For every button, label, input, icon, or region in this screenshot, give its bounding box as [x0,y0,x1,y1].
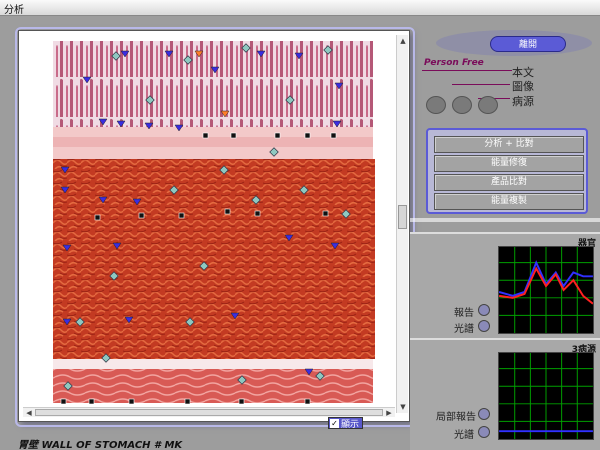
spectrum-label: 光譜 [454,324,474,335]
option-button-text[interactable] [426,96,446,114]
connector-line [452,84,510,85]
organ-panel: 器官 報告 光譜 [410,232,600,338]
marker-overlay [60,43,351,405]
horizontal-scroll-thumb[interactable] [35,409,383,416]
partial-report-label: 局部報告 [436,412,476,423]
window-title: 分析 [4,5,24,16]
horizontal-scrollbar[interactable]: ◀ ▶ [23,407,395,417]
scroll-right-icon[interactable]: ▶ [383,408,395,418]
option-label-image: 圖像 [512,80,534,93]
brand-label: Person Free [424,58,484,68]
connector-line [422,70,512,71]
menu-item-repair[interactable]: 能量修復 [434,155,584,172]
scroll-up-icon[interactable]: ▲ [397,35,409,47]
action-menu: 分析 + 比對 能量修復 產品比對 能量複製 [426,128,588,214]
divider [410,218,600,222]
vertical-scrollbar[interactable]: ▲ ▼ [396,35,408,413]
option-label-pathogen: 病源 [512,95,534,108]
pathogen-spectrum-graph [498,352,594,440]
checkbox[interactable]: ✓ [330,418,339,428]
label-toggle[interactable]: ✓ 顯示 [328,417,364,430]
specimen-viewer[interactable]: 🔍 [15,27,415,427]
partial-report-button[interactable] [478,408,490,420]
pathogen-spectrum-label: 光譜 [454,430,474,441]
organ-spectrum-graph [498,246,594,334]
scroll-left-icon[interactable]: ◀ [23,408,35,418]
menu-item-compare-product[interactable]: 產品比對 [434,174,584,191]
report-label: 報告 [454,308,474,319]
specimen-label: 胃壁 WALL OF STOMACH # MK [18,440,183,450]
pathogen-spectrum-button[interactable] [478,426,490,438]
label-toggle-text: 顯示 [341,419,360,430]
menu-item-copy[interactable]: 能量複製 [434,193,584,210]
title-bar: 分析 [0,0,600,16]
scroll-down-icon[interactable]: ▼ [397,401,409,413]
marker-group [60,43,351,405]
option-button-image[interactable] [452,96,472,114]
option-button-pathogen[interactable] [478,96,498,114]
pathogen-panel: 3病源 局部報告 光譜 [410,338,600,450]
report-button[interactable] [478,304,490,316]
spectrum-button[interactable] [478,320,490,332]
menu-item-analyze[interactable]: 分析 + 比對 [434,136,584,153]
vertical-scroll-thumb[interactable] [398,205,407,229]
close-button[interactable]: 離開 [490,36,566,52]
